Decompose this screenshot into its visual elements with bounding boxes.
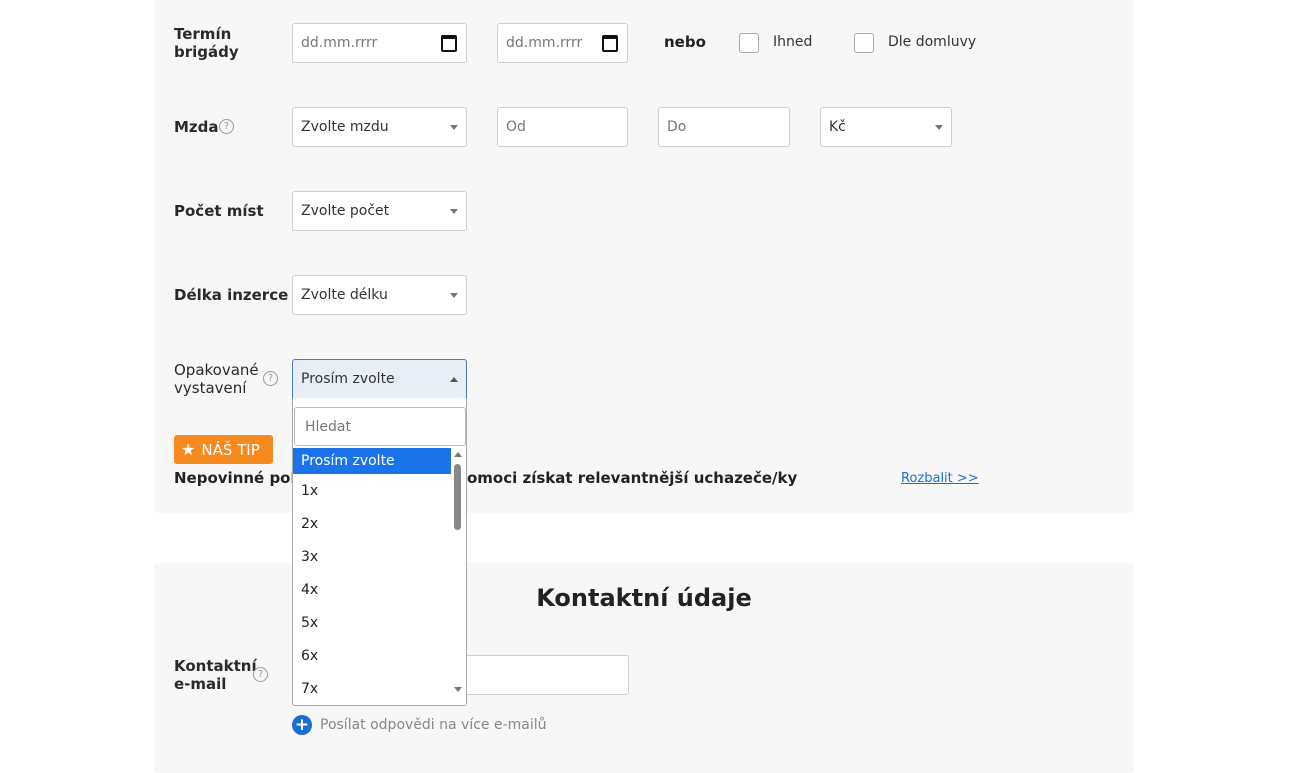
help-icon[interactable]: ? (219, 119, 234, 134)
wage-type-value: Zvolte mzdu (301, 119, 389, 135)
dropdown-option[interactable]: Prosím zvolte (293, 448, 451, 474)
chevron-down-icon (450, 293, 458, 298)
wage-label: Mzda (174, 118, 219, 136)
calendar-icon[interactable] (602, 35, 618, 52)
scroll-up-arrow-icon[interactable] (454, 452, 462, 457)
contact-email-label: Kontaktní e-mail (174, 657, 257, 693)
repeat-select[interactable]: Prosím zvolte (292, 359, 467, 399)
scrollbar-thumb[interactable] (454, 464, 461, 530)
ad-length-value: Zvolte délku (301, 287, 388, 303)
or-label: nebo (664, 33, 706, 51)
dropdown-scrollbar[interactable] (451, 448, 466, 705)
repeat-label: Opakované vystavení (174, 361, 259, 397)
wage-from-input[interactable]: Od (497, 107, 628, 147)
dropdown-option[interactable]: 7x (293, 672, 451, 705)
chevron-up-icon (450, 377, 458, 382)
dropdown-search-input[interactable]: Hledat (294, 407, 466, 446)
dropdown-options: Prosím zvolte 1x 2x 3x 4x 5x 6x 7x (293, 448, 451, 705)
dropdown-option[interactable]: 3x (293, 540, 451, 573)
term-label: Termín brigády (174, 25, 239, 61)
wage-type-select[interactable]: Zvolte mzdu (292, 107, 467, 147)
wage-to-input[interactable]: Do (658, 107, 790, 147)
dropdown-search-placeholder: Hledat (305, 418, 351, 435)
ad-length-label: Délka inzerce (174, 286, 289, 304)
plus-circle-icon[interactable]: + (292, 715, 312, 735)
add-more-emails[interactable]: + Posílat odpovědi na více e-mailů (292, 715, 547, 735)
date-to-input[interactable]: dd.mm.rrrr (497, 23, 628, 63)
repeat-value: Prosím zvolte (301, 371, 395, 387)
immediately-label: Ihned (773, 34, 813, 50)
ad-length-select[interactable]: Zvolte délku (292, 275, 467, 315)
chevron-down-icon (450, 125, 458, 130)
currency-value: Kč (829, 119, 846, 135)
dropdown-option[interactable]: 2x (293, 507, 451, 540)
tip-badge-label: NÁŠ TIP (201, 440, 260, 459)
tip-badge: ★ NÁŠ TIP (174, 435, 273, 464)
positions-label: Počet míst (174, 202, 264, 220)
wage-to-placeholder: Do (667, 119, 687, 135)
dropdown-option[interactable]: 4x (293, 573, 451, 606)
chevron-down-icon (450, 209, 458, 214)
by-agreement-checkbox[interactable] (854, 33, 874, 53)
wage-from-placeholder: Od (506, 119, 526, 135)
dropdown-option[interactable]: 1x (293, 474, 451, 507)
date-from-placeholder: dd.mm.rrrr (301, 35, 378, 51)
date-from-input[interactable]: dd.mm.rrrr (292, 23, 467, 63)
currency-select[interactable]: Kč (820, 107, 952, 147)
dropdown-option[interactable]: 5x (293, 606, 451, 639)
by-agreement-label: Dle domluvy (888, 34, 977, 50)
positions-value: Zvolte počet (301, 203, 390, 219)
date-to-placeholder: dd.mm.rrrr (506, 35, 583, 51)
tip-text-left: Nepovinné pol (174, 469, 296, 487)
expand-link[interactable]: Rozbalit >> (901, 471, 979, 486)
chevron-down-icon (935, 125, 943, 130)
tip-text-right: omoci získat relevantnější uchazeče/ky (467, 469, 798, 487)
positions-select[interactable]: Zvolte počet (292, 191, 467, 231)
dropdown-option[interactable]: 6x (293, 639, 451, 672)
immediately-checkbox[interactable] (739, 33, 759, 53)
scroll-down-arrow-icon[interactable] (454, 687, 462, 692)
calendar-icon[interactable] (441, 35, 457, 52)
star-icon: ★ (181, 440, 196, 459)
repeat-dropdown: Hledat Prosím zvolte 1x 2x 3x 4x 5x 6x 7… (292, 398, 467, 706)
help-icon[interactable]: ? (263, 371, 278, 386)
add-more-emails-label: Posílat odpovědi na více e-mailů (320, 717, 547, 733)
help-icon[interactable]: ? (253, 667, 268, 682)
